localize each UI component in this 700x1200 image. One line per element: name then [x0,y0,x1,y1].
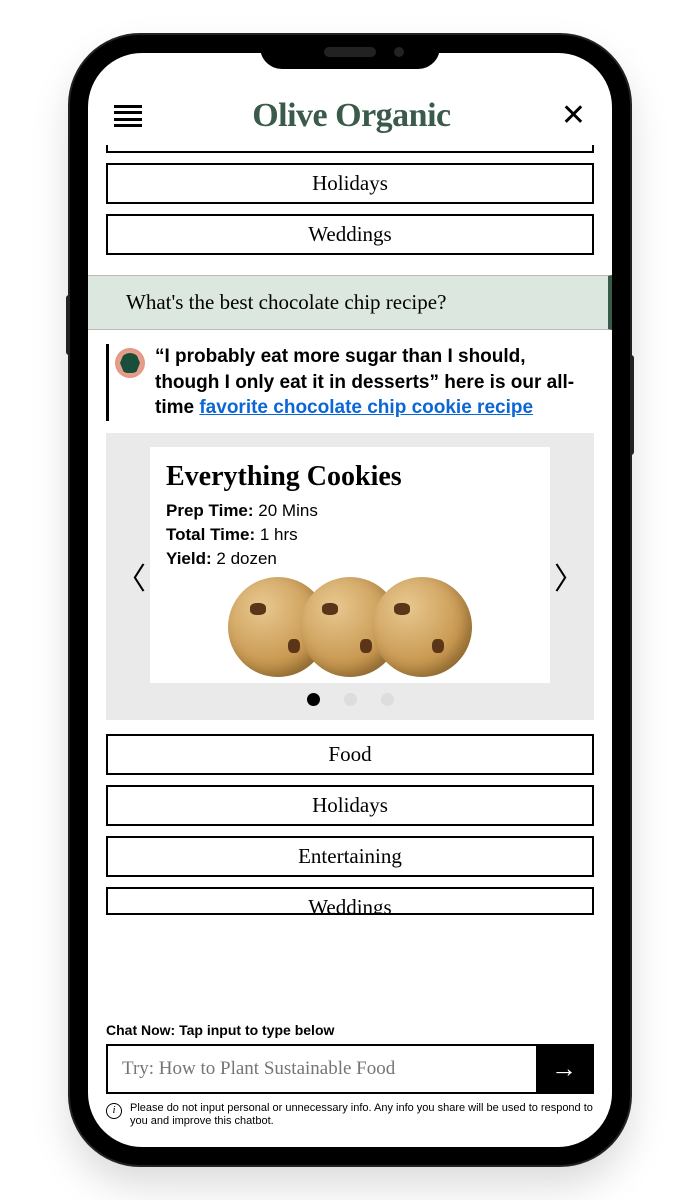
chat-footer: Chat Now: Tap input to type below → i Pl… [88,1014,612,1148]
assistant-response: “I probably eat more sugar than I should… [106,344,594,421]
recipe-total-time: Total Time: 1 hrs [166,525,534,545]
phone-frame: Olive Organic ✕ Holidays Weddings What's… [70,35,630,1165]
recipe-carousel: 〈 〉 Everything Cookies Prep Time: 20 Min… [106,433,594,720]
truncated-category-top [106,145,594,153]
send-button[interactable]: → [536,1046,592,1092]
category-holidays-top[interactable]: Holidays [106,163,594,204]
assistant-avatar-icon [115,348,145,378]
close-icon[interactable]: ✕ [561,101,586,131]
category-entertaining[interactable]: Entertaining [106,836,594,877]
recipe-yield: Yield: 2 dozen [166,549,534,569]
info-icon: i [106,1103,122,1119]
category-weddings-bottom[interactable]: Weddings [106,887,594,915]
carousel-dot-1[interactable] [307,693,320,706]
recipe-prep-time: Prep Time: 20 Mins [166,501,534,521]
brand-logo: Olive Organic [252,97,450,135]
response-text: “I probably eat more sugar than I should… [155,344,594,421]
arrow-right-icon: → [551,1054,577,1084]
category-weddings-top[interactable]: Weddings [106,214,594,255]
recipe-link[interactable]: favorite chocolate chip cookie recipe [199,397,533,418]
chat-input[interactable] [108,1046,536,1092]
device-notch [260,35,440,69]
carousel-dot-3[interactable] [381,693,394,706]
main-content: Holidays Weddings What's the best chocol… [88,145,612,1014]
chat-input-row: → [106,1044,594,1094]
cookie-image-3 [372,577,472,677]
menu-icon[interactable] [114,105,142,127]
category-food[interactable]: Food [106,734,594,775]
carousel-dots [150,683,550,708]
disclaimer-text: Please do not input personal or unnecess… [130,1102,594,1130]
chat-label: Chat Now: Tap input to type below [106,1022,594,1038]
user-prompt: What's the best chocolate chip recipe? [88,275,612,330]
recipe-title: Everything Cookies [166,461,534,493]
disclaimer-row: i Please do not input personal or unnece… [106,1102,594,1130]
chevron-right-icon[interactable]: 〉 [554,554,584,598]
carousel-dot-2[interactable] [344,693,357,706]
screen: Olive Organic ✕ Holidays Weddings What's… [88,53,612,1147]
chevron-left-icon[interactable]: 〈 [116,554,146,598]
recipe-image [166,577,534,683]
category-holidays-bottom[interactable]: Holidays [106,785,594,826]
recipe-card[interactable]: Everything Cookies Prep Time: 20 Mins To… [150,447,550,683]
